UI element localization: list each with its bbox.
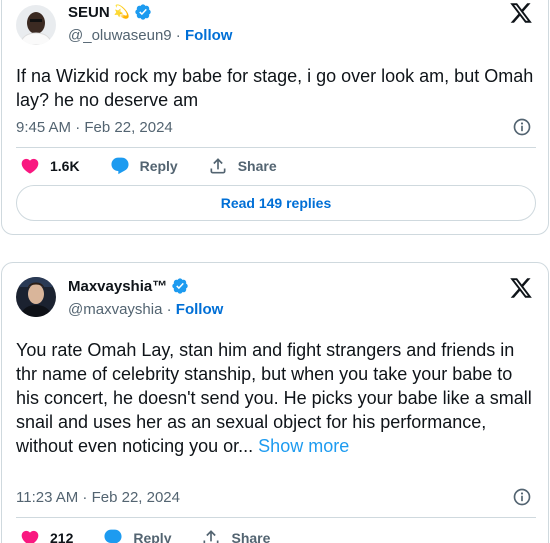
x-logo-icon[interactable] [508,1,534,25]
avatar[interactable] [16,277,56,317]
avatar[interactable] [16,5,56,45]
verified-badge-icon [135,4,151,20]
tweet-text: If na Wizkid rock my babe for stage, i g… [16,66,534,110]
handle[interactable]: @maxvayshia [68,301,162,318]
handle[interactable]: @_oluwaseun9 [68,27,172,44]
share-label: Share [237,158,277,174]
follow-button[interactable]: Follow [176,301,224,318]
tweet-card[interactable]: SEUN 💫 @_oluwaseun9 · Follow If na Wizki… [1,0,549,235]
display-name[interactable]: Maxvayshia™ [68,278,167,295]
display-name[interactable]: SEUN [68,4,110,21]
share-button[interactable]: Share [208,156,277,176]
show-more-link[interactable]: Show more [258,436,349,456]
reply-bubble-icon [104,529,122,543]
author-name-row: Maxvayshia™ [68,277,189,295]
reply-label: Reply [139,158,178,174]
heart-icon [21,158,39,174]
action-bar: 212 Reply Share [20,528,300,543]
reply-button[interactable]: Reply [110,156,178,176]
heart-icon [21,530,39,543]
timestamp[interactable]: 9:45 AM · Feb 22, 2024 [16,119,173,136]
handle-row: @_oluwaseun9 · Follow [68,27,232,44]
reply-button[interactable]: Reply [103,528,171,543]
share-label: Share [231,530,271,543]
share-button[interactable]: Share [201,528,270,543]
info-icon[interactable] [512,487,532,507]
action-bar: 1.6K Reply Share [20,156,307,176]
read-replies-button[interactable]: Read 149 replies [16,185,536,221]
divider [16,517,536,518]
follow-button[interactable]: Follow [185,27,233,44]
divider [16,147,536,148]
tweet-text: You rate Omah Lay, stan him and fight st… [16,338,538,458]
share-upload-icon [210,158,226,174]
separator: · [171,27,185,44]
share-upload-icon [203,530,219,543]
author-name-row: SEUN 💫 [68,3,152,21]
like-count: 212 [50,530,74,543]
info-icon[interactable] [512,117,532,137]
timestamp[interactable]: 11:23 AM · Feb 22, 2024 [16,489,180,506]
like-button[interactable]: 212 [20,528,73,543]
like-count: 1.6K [50,158,80,174]
separator: · [162,301,176,318]
verified-badge-icon [172,278,188,294]
x-logo-icon[interactable] [508,276,534,300]
reply-label: Reply [133,530,172,543]
reply-bubble-icon [111,157,129,175]
name-emoji: 💫 [113,4,130,19]
like-button[interactable]: 1.6K [20,156,80,176]
tweet-card[interactable]: Maxvayshia™ @maxvayshia · Follow You rat… [1,262,549,543]
handle-row: @maxvayshia · Follow [68,301,223,318]
